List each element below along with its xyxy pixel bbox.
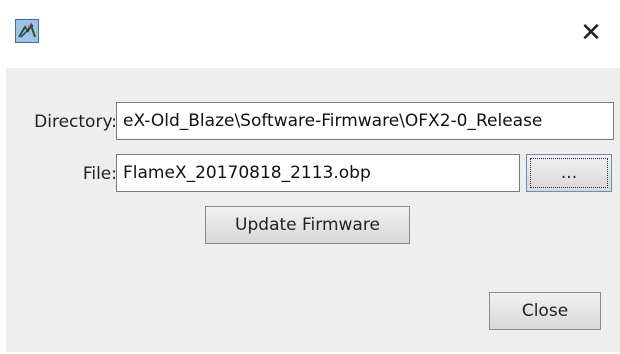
browse-button-label: ... xyxy=(530,158,608,188)
update-firmware-button[interactable]: Update Firmware xyxy=(205,206,410,244)
directory-value: eX-Old_Blaze\Software-Firmware\OFX2-0_Re… xyxy=(123,111,543,131)
directory-label: Directory: xyxy=(34,112,117,132)
file-label: File: xyxy=(82,164,117,184)
title-bar: ✕ xyxy=(0,0,620,68)
firmware-dialog: ✕ Directory: eX-Old_Blaze\Software-Firmw… xyxy=(0,0,620,354)
directory-field[interactable]: eX-Old_Blaze\Software-Firmware\OFX2-0_Re… xyxy=(116,102,614,140)
file-field[interactable]: FlameX_20170818_2113.obp xyxy=(116,154,520,192)
browse-button[interactable]: ... xyxy=(526,154,612,192)
dialog-content: Directory: eX-Old_Blaze\Software-Firmwar… xyxy=(6,68,620,352)
close-window-icon[interactable]: ✕ xyxy=(574,18,608,48)
close-button[interactable]: Close xyxy=(489,292,601,330)
app-logo-icon xyxy=(15,19,39,43)
